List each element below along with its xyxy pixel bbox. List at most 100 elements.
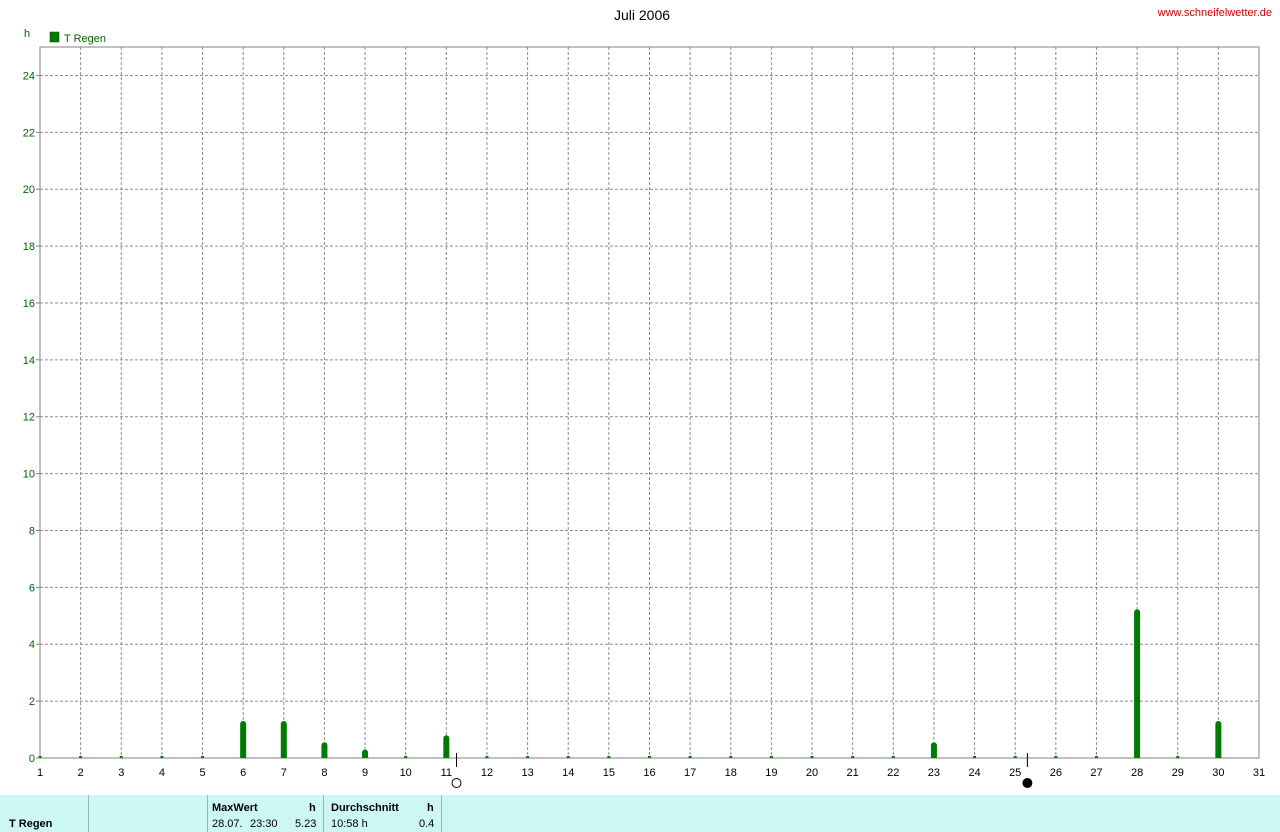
avg-value: 0.4 xyxy=(419,818,435,830)
full-moon-icon xyxy=(451,778,462,788)
y-tick-label: 8 xyxy=(29,525,35,537)
x-tick-label: 25 xyxy=(1009,767,1021,779)
bar xyxy=(443,735,450,758)
bar xyxy=(1134,609,1141,758)
avg-time: 10:58 h xyxy=(331,818,368,830)
max-unit: h xyxy=(309,802,316,814)
x-tick-label: 18 xyxy=(725,767,737,779)
bar-zero xyxy=(891,756,895,758)
x-tick-label: 12 xyxy=(481,767,493,779)
max-date: 28.07. xyxy=(212,818,243,830)
x-tick-label: 7 xyxy=(281,767,287,779)
bar-zero xyxy=(769,756,773,758)
x-tick-label: 10 xyxy=(400,767,412,779)
bar-zero xyxy=(566,756,570,758)
x-tick-label: 14 xyxy=(562,767,574,779)
x-tick-label: 31 xyxy=(1253,767,1265,779)
x-tick-label: 26 xyxy=(1050,767,1062,779)
x-tick-label: 29 xyxy=(1172,767,1184,779)
y-tick-label: 6 xyxy=(29,582,35,594)
bar-zero xyxy=(851,756,855,758)
x-tick-label: 30 xyxy=(1212,767,1224,779)
summary-panel: T Regen MaxWert h 28.07. 23:30 5.23 Durc… xyxy=(0,795,1280,832)
x-tick-label: 27 xyxy=(1090,767,1102,779)
y-tick-label: 20 xyxy=(23,184,35,196)
x-tick-label: 6 xyxy=(240,767,246,779)
bar-zero xyxy=(119,756,123,758)
bar-zero xyxy=(688,756,692,758)
bar-base xyxy=(443,755,450,758)
bar-base xyxy=(321,755,328,758)
site-link[interactable]: www.schneifelwetter.de xyxy=(1157,7,1272,19)
y-tick-label: 10 xyxy=(23,469,35,481)
y-tick-label: 14 xyxy=(23,355,35,367)
bar xyxy=(280,721,287,758)
x-tick-label: 17 xyxy=(684,767,696,779)
bar-base xyxy=(280,755,287,758)
bar-zero xyxy=(648,756,651,758)
bar-base xyxy=(1134,755,1141,758)
x-tick-label: 16 xyxy=(643,767,655,779)
x-tick-label: 28 xyxy=(1131,767,1143,779)
chart: 0246810121416182022241 2 3 4 5 6 7 8 9 10 11 12 13 14… xyxy=(23,7,1272,788)
bar-zero xyxy=(1054,756,1058,758)
legend-label: T Regen xyxy=(64,33,106,45)
x-tick-label: 23 xyxy=(928,767,940,779)
bar-zero xyxy=(973,756,977,758)
y-tick-label: 2 xyxy=(29,696,35,708)
bar-zero xyxy=(1013,756,1017,758)
bar-zero xyxy=(607,756,611,758)
bar-zero xyxy=(404,756,408,758)
x-tick-label: 21 xyxy=(847,767,859,779)
y-axis-unit: h xyxy=(24,28,30,40)
x-tick-label: 11 xyxy=(441,767,452,779)
bar-zero xyxy=(485,756,489,758)
grid xyxy=(40,47,1259,758)
y-tick-label: 0 xyxy=(29,753,35,765)
bar xyxy=(1215,721,1222,758)
chart-title: Juli 2006 xyxy=(614,7,670,23)
x-tick-label: 3 xyxy=(118,767,124,779)
bar xyxy=(240,721,247,758)
x-tick-label: 22 xyxy=(887,767,899,779)
bar-zero xyxy=(201,756,205,758)
max-header: MaxWert xyxy=(212,802,258,814)
x-tick-label: 2 xyxy=(78,767,84,779)
x-tick-label: 19 xyxy=(765,767,777,779)
divider xyxy=(88,795,89,832)
x-tick-label: 9 xyxy=(362,767,368,779)
bar-zero xyxy=(1176,756,1180,758)
bar-zero xyxy=(526,756,530,758)
ticks: 0246810121416182022241 2 3 4 5 6 7 8 9 10 11 12 13 14… xyxy=(23,70,1265,779)
divider xyxy=(323,795,324,832)
y-tick-label: 16 xyxy=(23,298,35,310)
x-tick-label: 5 xyxy=(199,767,205,779)
legend-swatch xyxy=(49,31,60,43)
bar-base xyxy=(1215,755,1222,758)
x-tick-label: 24 xyxy=(968,767,980,779)
bars xyxy=(38,609,1222,758)
avg-unit: h xyxy=(427,802,434,814)
bar-zero xyxy=(1094,756,1098,758)
x-tick-label: 1 xyxy=(37,767,43,779)
y-tick-label: 18 xyxy=(23,241,35,253)
bar-zero xyxy=(729,756,733,758)
y-tick-label: 22 xyxy=(23,127,35,139)
bar-base xyxy=(240,755,247,758)
y-tick-label: 4 xyxy=(29,639,35,651)
bar-base xyxy=(930,755,937,758)
y-tick-label: 24 xyxy=(23,70,35,82)
bar-zero xyxy=(79,756,83,758)
x-tick-label: 4 xyxy=(159,767,165,779)
divider xyxy=(207,795,208,832)
y-tick-label: 12 xyxy=(23,412,35,424)
bar-base xyxy=(362,755,369,758)
bar-zero xyxy=(160,756,164,758)
max-value: 5.23 xyxy=(295,818,317,830)
avg-header: Durchschnitt xyxy=(331,802,399,814)
x-tick-label: 8 xyxy=(321,767,327,779)
summary-series-label: T Regen xyxy=(9,818,53,830)
bar-zero xyxy=(810,756,814,758)
max-time: 23:30 xyxy=(250,818,278,830)
divider xyxy=(441,795,442,832)
